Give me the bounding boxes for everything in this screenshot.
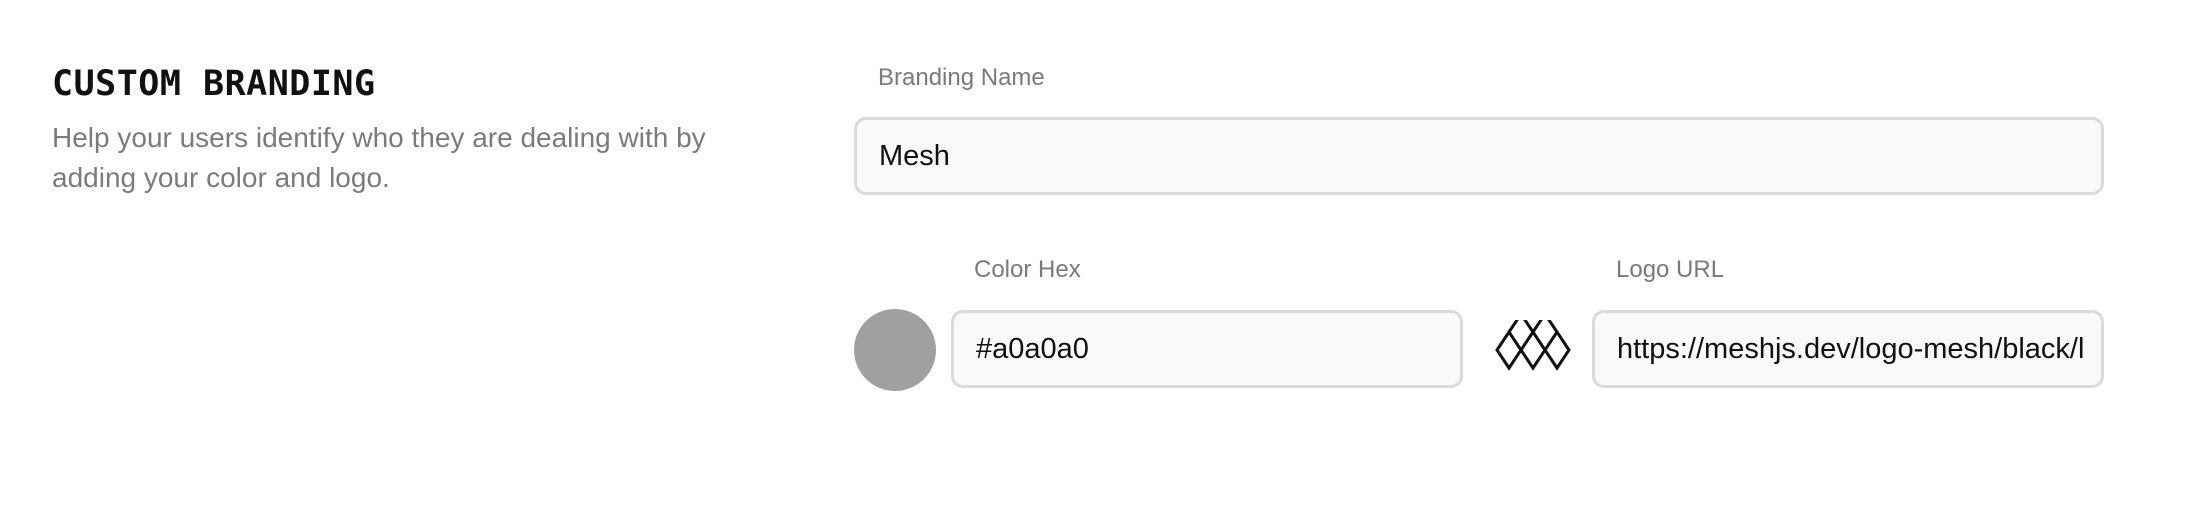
- color-hex-label: Color Hex: [974, 256, 1081, 283]
- color-swatch: [854, 309, 936, 391]
- logo-url-label: Logo URL: [1616, 256, 1725, 283]
- mesh-logo-diamond-left: [1495, 329, 1523, 371]
- mesh-logo-icon: [1495, 320, 1571, 371]
- custom-branding-page: CUSTOM BRANDING Help your users identify…: [0, 0, 2190, 508]
- branding-name-input[interactable]: Mesh: [854, 117, 2104, 195]
- logo-url-input[interactable]: https://meshjs.dev/logo-mesh/black/l: [1592, 310, 2104, 388]
- mesh-logo-top-left: [1507, 320, 1535, 333]
- section-intro: CUSTOM BRANDING Help your users identify…: [52, 62, 752, 198]
- color-hex-input[interactable]: #a0a0a0: [951, 310, 1463, 388]
- mesh-logo-top-right: [1531, 320, 1559, 333]
- mesh-logo-diamond-right: [1543, 329, 1571, 371]
- section-title: CUSTOM BRANDING: [52, 64, 376, 104]
- branding-name-label: Branding Name: [878, 64, 1045, 91]
- mesh-logo-diamond-center: [1519, 329, 1547, 371]
- section-description: Help your users identify who they are de…: [52, 122, 706, 193]
